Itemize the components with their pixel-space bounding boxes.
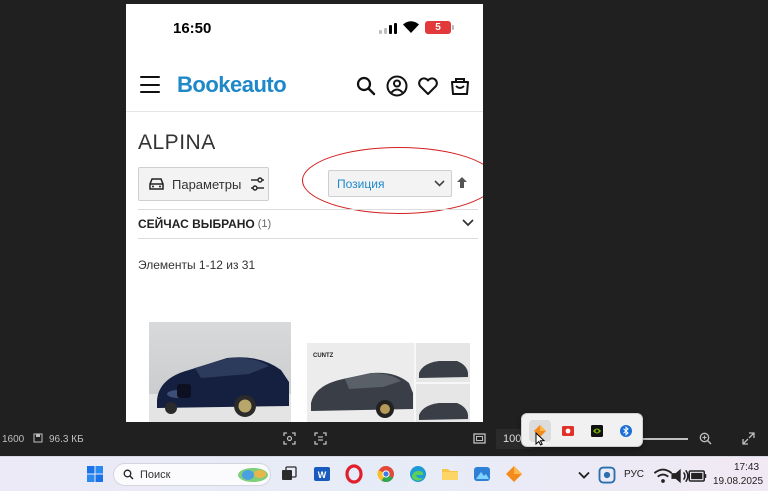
tray-app-nvidia[interactable] [586,420,608,442]
battery-icon: 5 [425,21,454,34]
selected-filters-bar[interactable]: СЕЙЧАС ВЫБРАНО (1) [138,209,478,239]
selected-filters-title: СЕЙЧАС ВЫБРАНО [138,217,255,231]
product-card-image[interactable]: CUNTZ [307,343,470,422]
windows-taskbar: Поиск W РУС 17:43 19.08.2025 [0,456,768,491]
taskbar-clock-date[interactable]: 19.08.2025 [713,476,763,487]
text-scan-icon[interactable] [314,432,327,445]
bluetooth-icon [620,425,632,437]
windows-start-icon[interactable] [85,464,105,484]
selected-filters-count: (1) [257,218,272,230]
search-icon [123,469,134,480]
fullscreen-icon[interactable] [742,432,755,445]
sort-select-value: Позиция [337,176,385,191]
car-photo [149,357,291,422]
phone-status-time: 16:50 [173,20,212,37]
chevron-down-icon [462,219,474,227]
chrome-icon[interactable] [376,464,396,484]
tray-app-bluetooth[interactable] [615,420,637,442]
chevron-down-icon [434,180,445,187]
battery-icon[interactable] [688,466,708,486]
account-icon[interactable] [385,74,409,98]
word-icon[interactable]: W [312,464,332,484]
search-icon[interactable] [354,74,378,98]
crop-icon[interactable] [283,432,296,445]
phone-status-bar: 16:50 5 [126,4,483,54]
nvidia-icon [591,425,603,437]
mouse-cursor-icon [535,432,545,446]
image-viewer-canvas: 16:50 5 Bookeauto ALPINA Параметры Позиц… [0,0,768,424]
site-logo[interactable]: Bookeauto [177,72,287,98]
taskbar-search-placeholder: Поиск [140,468,171,481]
language-indicator[interactable]: РУС [624,469,644,480]
page-title: ALPINA [138,131,216,154]
dealer-text: CUNTZ [313,353,334,359]
save-icon [33,433,43,443]
results-count: Элементы 1-12 из 31 [138,258,256,272]
filters-button[interactable]: Параметры [138,167,269,201]
sort-select[interactable]: Позиция [328,170,452,197]
chevron-up-icon[interactable] [574,465,594,485]
zoom-in-icon[interactable] [699,432,712,445]
orange-app-icon[interactable] [504,464,524,484]
cellular-signal-icon [379,23,397,34]
site-header: Bookeauto [126,60,483,112]
search-highlight-icon [238,468,268,482]
task-view-icon[interactable] [279,464,299,484]
menu-icon[interactable] [140,76,160,93]
photos-app-icon[interactable] [472,464,492,484]
opera-icon[interactable] [344,464,364,484]
svg-text:W: W [318,470,327,480]
edge-icon[interactable] [408,464,428,484]
car-photo-collage: CUNTZ [307,343,470,422]
cart-bag-icon[interactable] [448,74,472,98]
image-resolution: 1600 [2,434,25,445]
volume-icon[interactable] [670,466,690,486]
app-tray-icon[interactable] [597,465,617,485]
zoom-slider[interactable] [640,438,688,440]
taskbar-clock-time[interactable]: 17:43 [734,462,759,473]
file-explorer-icon[interactable] [440,464,460,484]
phone-screenshot: 16:50 5 Bookeauto ALPINA Параметры Позиц… [126,4,483,422]
fit-to-window-icon[interactable] [473,432,486,445]
sort-direction-arrow-icon[interactable] [456,176,468,189]
filters-button-label: Параметры [172,176,242,192]
wifi-icon [403,21,419,33]
wishlist-heart-icon[interactable] [416,74,440,98]
taskbar-search-box[interactable]: Поиск [113,463,271,486]
car-icon [149,178,164,190]
sliders-icon [251,177,265,191]
product-card-image[interactable] [149,322,291,422]
tray-app-red[interactable] [557,420,579,442]
viewer-toolbar: 1600 96.3 КБ [0,424,768,456]
screen-record-icon [562,426,574,436]
file-size: 96.3 КБ [49,434,84,445]
